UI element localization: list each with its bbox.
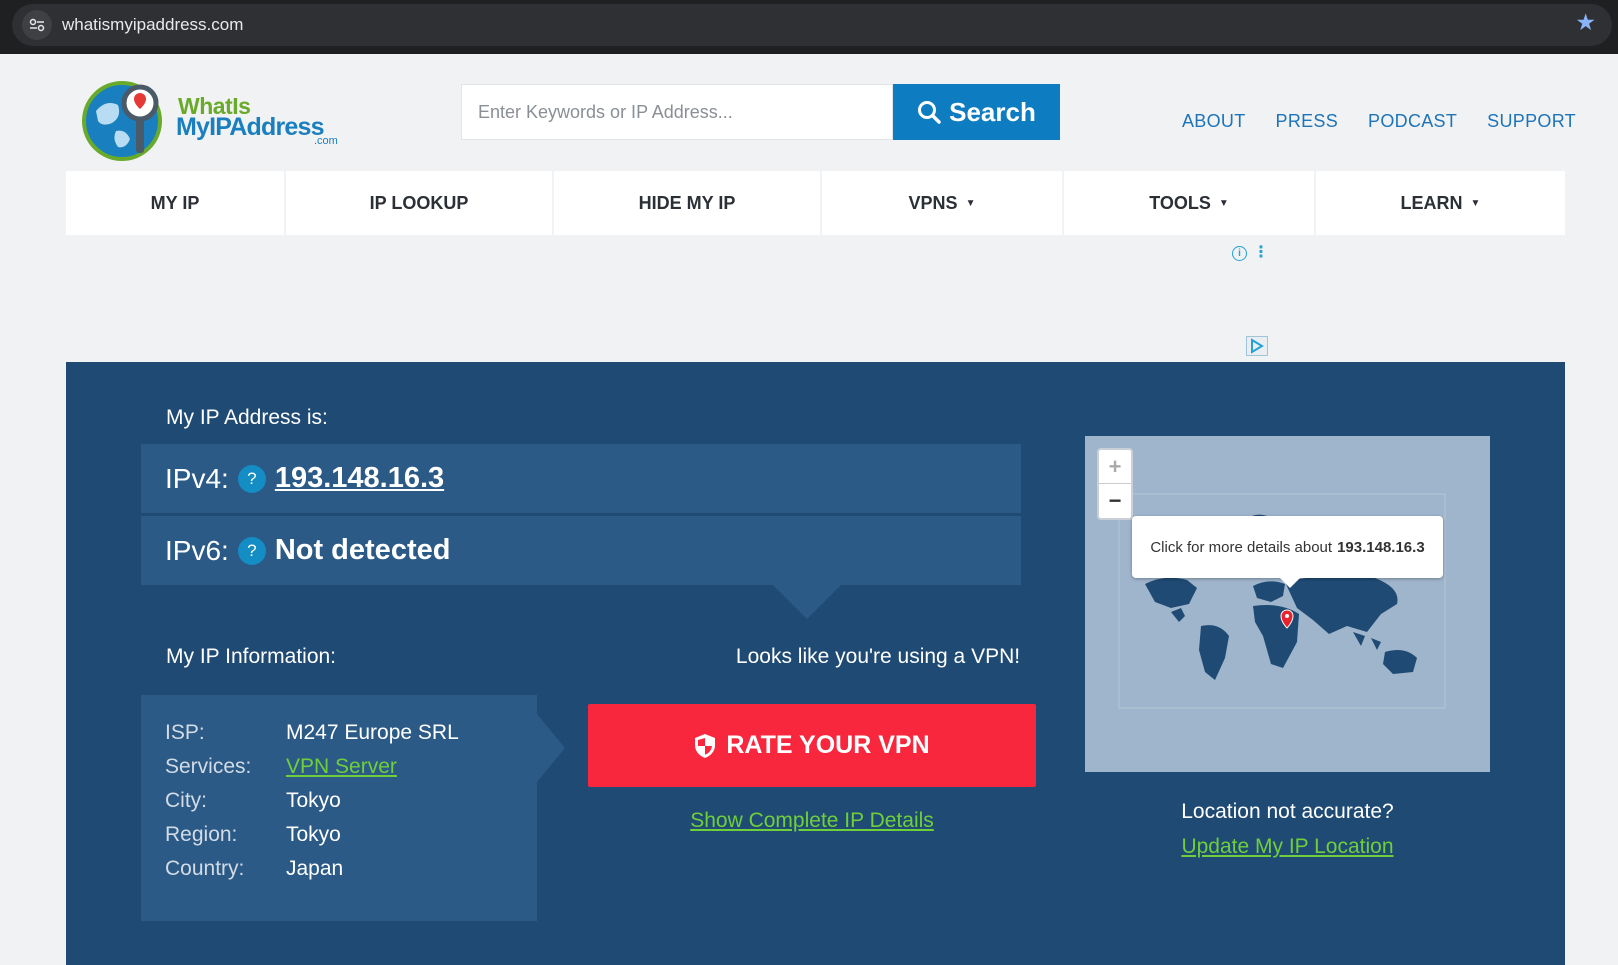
about-link[interactable]: ABOUT xyxy=(1182,111,1246,132)
nav-tools[interactable]: TOOLS ▼ xyxy=(1064,171,1314,235)
globe-magnifier-icon xyxy=(82,81,162,161)
ad-info-icon[interactable]: i xyxy=(1232,245,1247,261)
browser-toolbar: whatismyipaddress.com ★ xyxy=(0,0,1618,54)
rate-your-vpn-button[interactable]: RATE YOUR VPN xyxy=(588,704,1036,787)
press-link[interactable]: PRESS xyxy=(1276,111,1339,132)
nav-hide-my-ip[interactable]: HIDE MY IP xyxy=(554,171,820,235)
services-key: Services: xyxy=(165,755,252,778)
nav-learn[interactable]: LEARN ▼ xyxy=(1316,171,1565,235)
nav-hide-my-ip-label: HIDE MY IP xyxy=(638,192,736,213)
location-map[interactable]: + − Click for more details about 193.148.… xyxy=(1085,436,1490,772)
rate-your-vpn-label: RATE YOUR VPN xyxy=(726,731,930,759)
nav-my-ip[interactable]: MY IP xyxy=(66,171,284,235)
ad-info-controls: i ⋮ xyxy=(1232,245,1269,261)
city-key: City: xyxy=(165,789,207,812)
ipv6-label: IPv6: xyxy=(165,534,229,566)
world-map xyxy=(1118,493,1446,709)
info-box-arrow xyxy=(537,714,565,782)
map-tooltip-text: Click for more details about xyxy=(1150,538,1333,556)
info-heading: My IP Information: xyxy=(166,645,337,668)
url-text[interactable]: whatismyipaddress.com xyxy=(62,15,243,35)
ipv4-row: IPv4: ? 193.148.16.3 xyxy=(141,444,1021,513)
callout-pointer xyxy=(773,585,841,619)
vpn-notice: Looks like you're using a VPN! xyxy=(735,645,1021,668)
ipv4-label: IPv4: xyxy=(165,462,229,494)
caret-down-icon: ▼ xyxy=(1470,197,1481,209)
region-value: Tokyo xyxy=(286,823,341,846)
ipv6-row: IPv6: ? Not detected xyxy=(141,516,1021,585)
country-value: Japan xyxy=(286,857,344,880)
show-complete-details-link[interactable]: Show Complete IP Details xyxy=(588,809,1036,833)
services-value-link[interactable]: VPN Server xyxy=(286,755,486,779)
isp-key: ISP: xyxy=(165,721,205,744)
shield-icon xyxy=(695,733,716,758)
ad-menu-icon[interactable]: ⋮ xyxy=(1253,245,1269,261)
site-logo[interactable]: WhatIs MyIPAddress .com xyxy=(82,77,362,163)
nav-my-ip-label: MY IP xyxy=(150,192,200,213)
top-links: ABOUT PRESS PODCAST SUPPORT xyxy=(1182,111,1576,132)
nav-learn-label: LEARN xyxy=(1400,192,1463,213)
search-input[interactable] xyxy=(462,85,892,139)
location-question: Location not accurate? xyxy=(1181,800,1394,823)
map-tooltip-ip: 193.148.16.3 xyxy=(1337,538,1425,556)
search-icon xyxy=(918,101,941,124)
ip-info-panel: My IP Address is: IPv4: ? 193.148.16.3 I… xyxy=(66,362,1565,965)
search-button[interactable]: Search xyxy=(893,84,1060,140)
nav-ip-lookup-label: IP LOOKUP xyxy=(369,192,469,213)
podcast-link[interactable]: PODCAST xyxy=(1368,111,1457,132)
ip-info-box: ISP: M247 Europe SRL Services: VPN Serve… xyxy=(141,695,537,921)
ipv4-value-link[interactable]: 193.148.16.3 xyxy=(275,462,444,495)
main-nav: MY IP IP LOOKUP HIDE MY IP VPNS ▼ TOOLS ▼ … xyxy=(66,171,1565,235)
region-key: Region: xyxy=(165,823,238,846)
search-field-wrapper xyxy=(461,84,893,140)
bookmark-star-icon[interactable]: ★ xyxy=(1575,11,1596,34)
caret-down-icon: ▼ xyxy=(965,197,976,209)
help-icon[interactable]: ? xyxy=(237,536,266,565)
map-tooltip-arrow xyxy=(1280,578,1300,588)
search-button-label: Search xyxy=(949,96,1036,127)
isp-value: M247 Europe SRL xyxy=(286,721,459,744)
address-bar[interactable]: whatismyipaddress.com ★ xyxy=(12,4,1612,46)
update-location-link[interactable]: Update My IP Location xyxy=(1085,835,1490,859)
adchoices-icon[interactable] xyxy=(1246,336,1268,356)
city-value: Tokyo xyxy=(286,789,341,812)
nav-vpns[interactable]: VPNS ▼ xyxy=(822,171,1062,235)
map-tooltip[interactable]: Click for more details about 193.148.16.3 xyxy=(1132,516,1443,578)
caret-down-icon: ▼ xyxy=(1218,197,1229,209)
nav-ip-lookup[interactable]: IP LOOKUP xyxy=(286,171,552,235)
logo-text-line2: MyIPAddress xyxy=(176,113,325,141)
support-link[interactable]: SUPPORT xyxy=(1487,111,1576,132)
ip-heading: My IP Address is: xyxy=(166,406,328,429)
zoom-out-button[interactable]: − xyxy=(1099,484,1131,518)
nav-vpns-label: VPNS xyxy=(908,192,958,213)
logo-text-suffix: .com xyxy=(314,135,338,147)
nav-tools-label: TOOLS xyxy=(1149,192,1211,213)
zoom-in-button[interactable]: + xyxy=(1099,450,1131,484)
help-icon[interactable]: ? xyxy=(237,464,266,493)
ipv6-value: Not detected xyxy=(274,534,451,566)
country-key: Country: xyxy=(165,857,245,880)
site-info-icon[interactable] xyxy=(22,10,52,40)
map-zoom-controls: + − xyxy=(1097,448,1133,520)
